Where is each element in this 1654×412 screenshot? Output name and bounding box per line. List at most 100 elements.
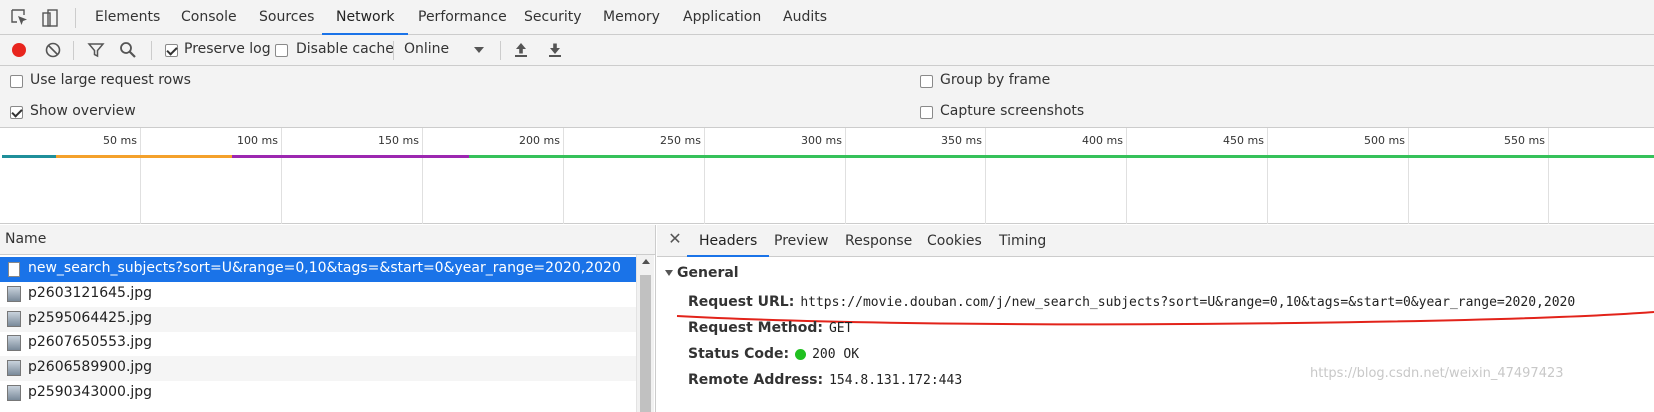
tab-memory[interactable]: Memory xyxy=(603,0,660,35)
request-name: p2595064425.jpg xyxy=(28,310,153,326)
remote-address-key: Remote Address: xyxy=(688,372,824,388)
status-code-row: Status Code: 200 OK xyxy=(688,346,859,362)
timeline-tick-label: 150 ms xyxy=(378,134,419,147)
preserve-log-checkbox[interactable] xyxy=(165,44,178,57)
timeline-gridline xyxy=(1126,128,1127,224)
timeline-tick-label: 200 ms xyxy=(519,134,560,147)
scroll-up-arrow-icon[interactable] xyxy=(642,259,650,264)
timeline-gridline xyxy=(1408,128,1409,224)
request-row[interactable]: p2603121645.jpg xyxy=(0,282,636,307)
record-button[interactable] xyxy=(9,40,29,60)
disable-cache-checkbox[interactable] xyxy=(275,44,288,57)
close-icon[interactable]: ✕ xyxy=(668,231,682,247)
status-code-key: Status Code: xyxy=(688,346,790,362)
timeline-segment-ssl xyxy=(56,155,232,158)
document-icon xyxy=(8,262,20,277)
timeline-gridline xyxy=(985,128,986,224)
request-method-value: GET xyxy=(828,321,853,336)
tab-network[interactable]: Network xyxy=(322,0,409,35)
request-row[interactable]: p2590343000.jpg xyxy=(0,381,636,406)
show-overview-label: Show overview xyxy=(30,103,136,119)
timeline-gridline xyxy=(704,128,705,224)
details-tab-bar: ✕ Headers Preview Response Cookies Timin… xyxy=(657,225,1654,257)
request-row[interactable]: p2595064425.jpg xyxy=(0,307,636,332)
toolbar-divider xyxy=(151,41,152,60)
timeline-gridline xyxy=(563,128,564,224)
tab-console[interactable]: Console xyxy=(181,0,237,35)
tab-preview[interactable]: Preview xyxy=(774,225,829,257)
general-section-toggle[interactable]: General xyxy=(665,265,739,281)
timeline-gridline xyxy=(1267,128,1268,224)
general-section-title: General xyxy=(677,265,739,281)
request-name: p2590343000.jpg xyxy=(28,384,153,400)
timeline-segment-waiting xyxy=(232,155,469,158)
image-file-icon xyxy=(7,385,21,401)
show-overview-checkbox[interactable] xyxy=(10,106,23,119)
remote-address-value: 154.8.131.172:443 xyxy=(829,373,963,388)
tab-application[interactable]: Application xyxy=(683,0,761,35)
request-method-row: Request Method: GET xyxy=(688,320,852,336)
request-row[interactable]: p2606589900.jpg xyxy=(0,356,636,381)
remote-address-row: Remote Address: 154.8.131.172:443 xyxy=(688,372,962,388)
tab-headers[interactable]: Headers xyxy=(687,225,770,257)
filter-icon[interactable] xyxy=(86,40,106,60)
tab-sources[interactable]: Sources xyxy=(259,0,314,35)
tab-response[interactable]: Response xyxy=(845,225,912,257)
request-details-panel: ✕ Headers Preview Response Cookies Timin… xyxy=(657,225,1654,412)
scrollbar-thumb[interactable] xyxy=(640,275,651,412)
group-by-frame-checkbox[interactable] xyxy=(920,75,933,88)
toolbar-divider xyxy=(500,41,501,60)
device-toolbar-icon[interactable] xyxy=(40,8,60,28)
import-har-icon[interactable] xyxy=(511,40,531,60)
request-list-scrollbar[interactable] xyxy=(636,255,654,412)
request-list-panel: Name new_search_subjects?sort=U&range=0,… xyxy=(0,225,656,412)
devtools-tab-bar: Elements Console Sources Network Perform… xyxy=(0,0,1654,35)
timeline-tick-label: 50 ms xyxy=(103,134,137,147)
timeline-tick-label: 400 ms xyxy=(1082,134,1123,147)
status-ok-icon xyxy=(795,348,807,360)
timeline-gridline xyxy=(845,128,846,224)
request-name: new_search_subjects?sort=U&range=0,10&ta… xyxy=(28,260,621,276)
toolbar-divider xyxy=(393,41,394,60)
timeline-tick-label: 300 ms xyxy=(801,134,842,147)
clear-icon[interactable] xyxy=(43,40,63,60)
large-rows-label: Use large request rows xyxy=(30,72,191,88)
inspect-element-icon[interactable] xyxy=(10,8,30,28)
timeline-gridline xyxy=(281,128,282,224)
tab-cookies[interactable]: Cookies xyxy=(927,225,982,257)
group-by-frame-label: Group by frame xyxy=(940,72,1051,88)
network-overview-timeline[interactable]: 50 ms 100 ms 150 ms 200 ms 250 ms 300 ms… xyxy=(0,128,1654,224)
timeline-tick-label: 250 ms xyxy=(660,134,701,147)
request-row-selected[interactable]: new_search_subjects?sort=U&range=0,10&ta… xyxy=(0,257,636,282)
tab-elements[interactable]: Elements xyxy=(95,0,160,35)
status-code-value: 200 OK xyxy=(812,347,860,362)
name-column-label: Name xyxy=(5,231,47,247)
search-icon[interactable] xyxy=(118,40,138,60)
request-name: p2607650553.jpg xyxy=(28,334,153,350)
large-rows-checkbox[interactable] xyxy=(10,75,23,88)
tab-performance[interactable]: Performance xyxy=(418,0,507,35)
watermark-text: https://blog.csdn.net/weixin_47497423 xyxy=(1310,366,1564,381)
timeline-tick-label: 550 ms xyxy=(1504,134,1545,147)
network-settings-pane: Use large request rows Show overview Gro… xyxy=(0,66,1654,128)
tab-security[interactable]: Security xyxy=(524,0,582,35)
tab-timing[interactable]: Timing xyxy=(999,225,1046,257)
chevron-down-icon[interactable] xyxy=(471,42,491,62)
timeline-tick-label: 100 ms xyxy=(237,134,278,147)
capture-screenshots-checkbox[interactable] xyxy=(920,106,933,119)
timeline-segment-download xyxy=(469,155,1654,158)
request-name: p2606589900.jpg xyxy=(28,359,153,375)
name-column-header[interactable]: Name xyxy=(0,225,655,255)
timeline-tick-label: 450 ms xyxy=(1223,134,1264,147)
tab-audits[interactable]: Audits xyxy=(783,0,827,35)
request-row[interactable]: p2607650553.jpg xyxy=(0,331,636,356)
throttling-select[interactable]: Online xyxy=(404,41,449,57)
request-method-key: Request Method: xyxy=(688,320,823,336)
export-har-icon[interactable] xyxy=(545,40,565,60)
image-file-icon xyxy=(7,360,21,376)
network-toolbar: Preserve log Disable cache Online xyxy=(0,35,1654,66)
timeline-segment-connect xyxy=(2,155,56,158)
preserve-log-label: Preserve log xyxy=(184,41,271,57)
request-name: p2603121645.jpg xyxy=(28,285,153,301)
tab-bar-divider xyxy=(75,8,76,28)
